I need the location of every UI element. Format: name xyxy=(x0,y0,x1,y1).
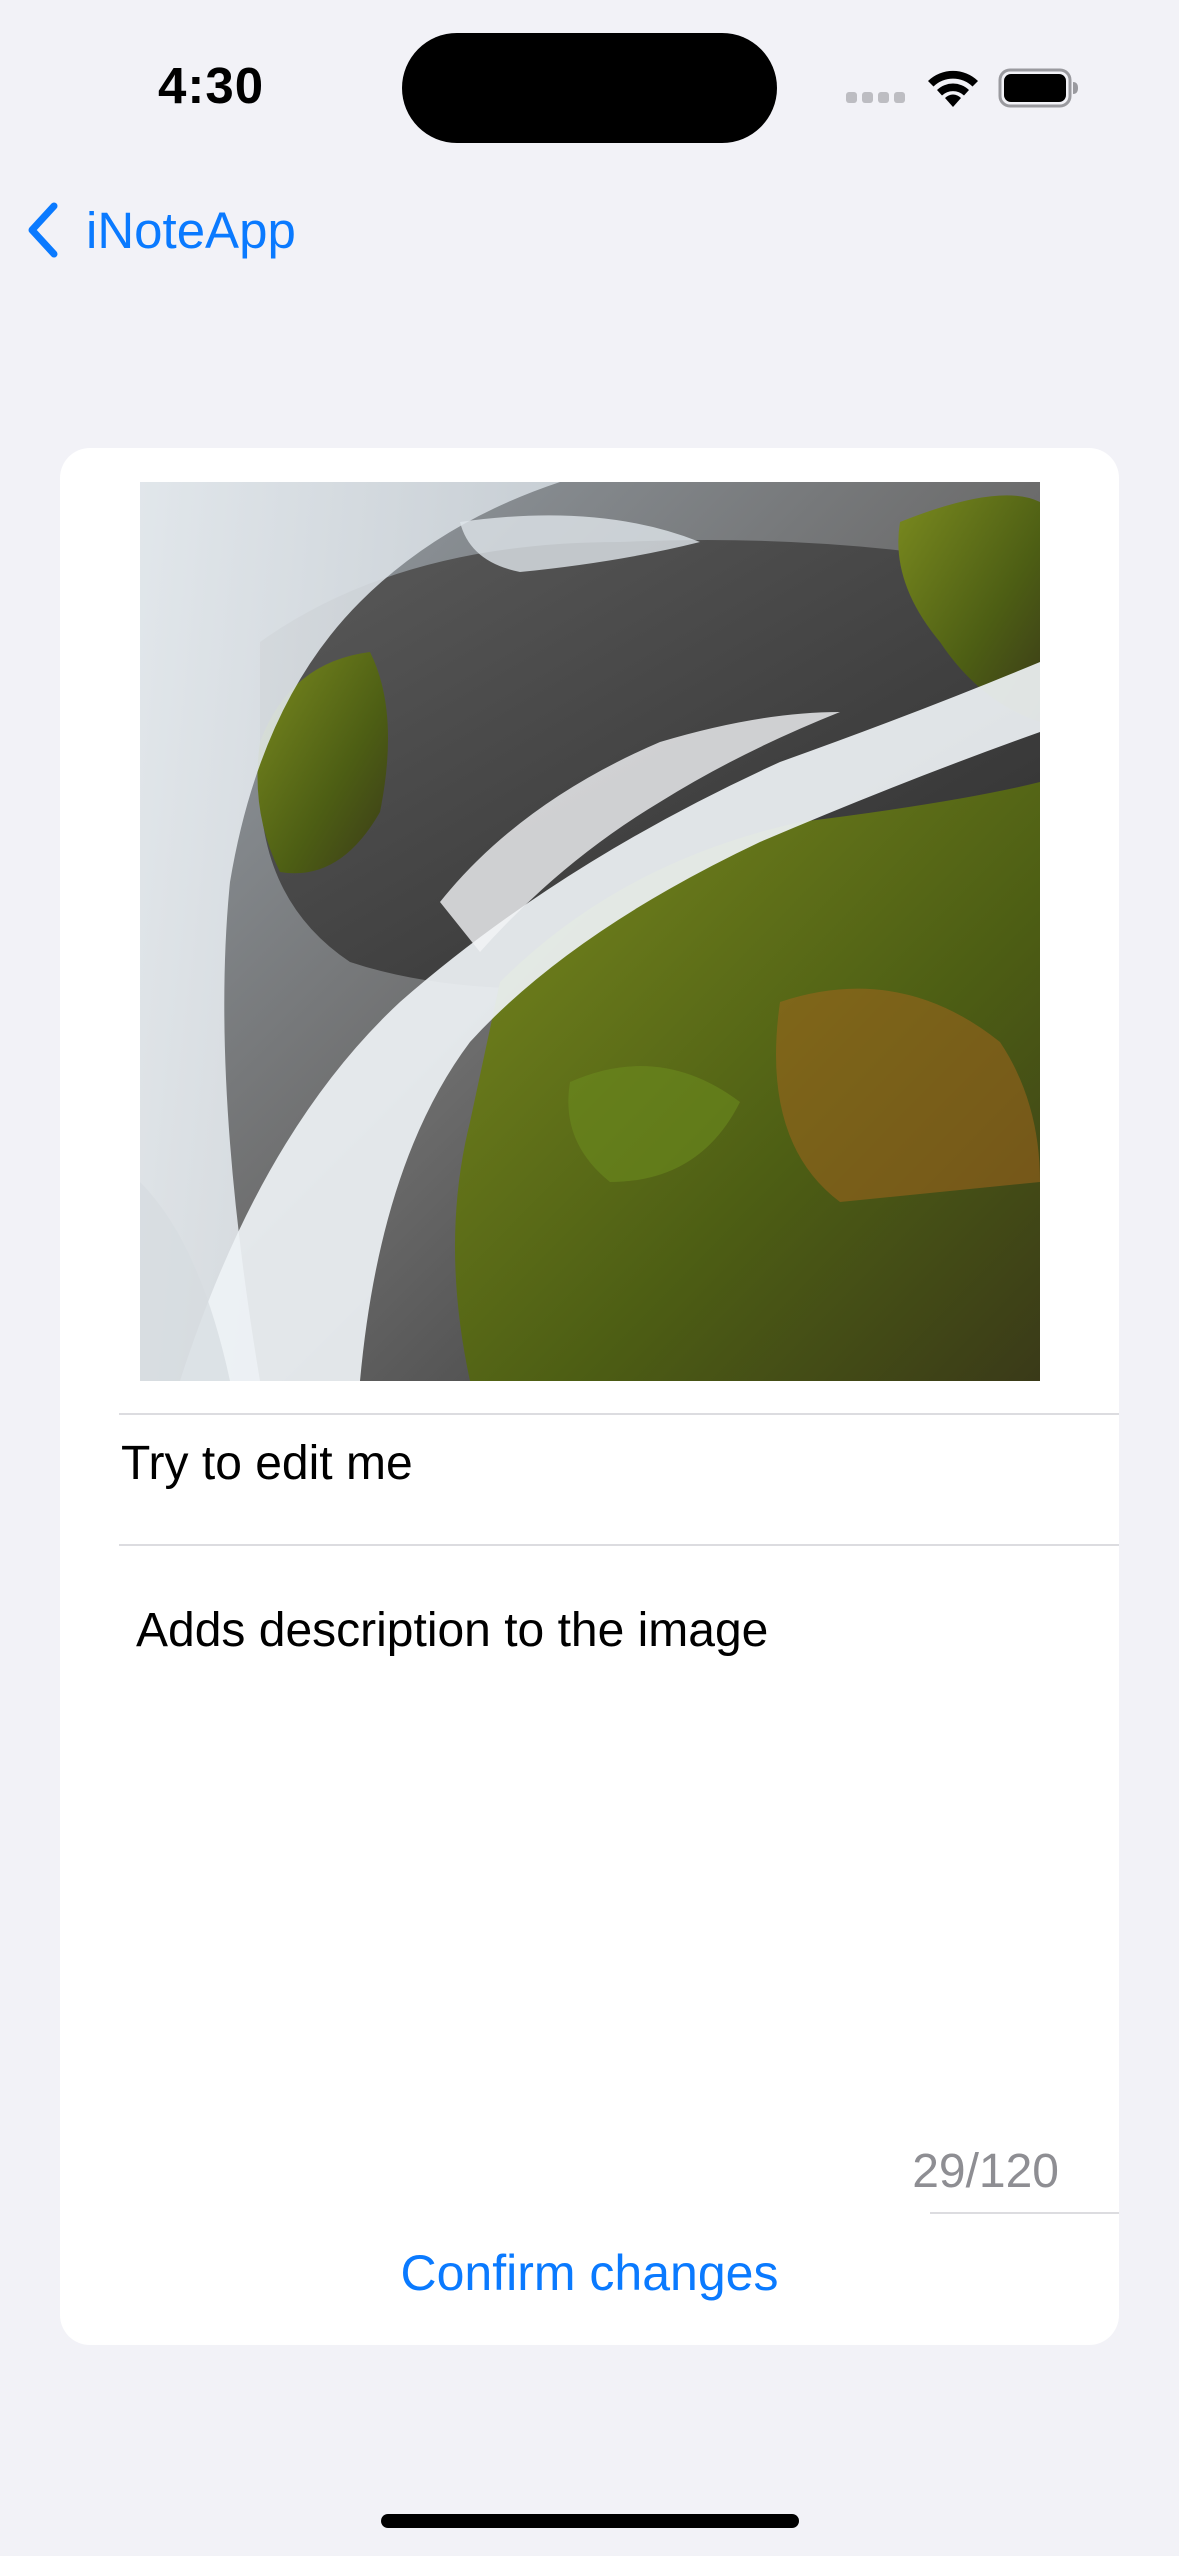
back-button-label: iNoteApp xyxy=(86,201,296,259)
divider xyxy=(930,2212,1119,2214)
status-time: 4:30 xyxy=(158,57,265,114)
character-counter: 29/120 xyxy=(912,2145,1059,2198)
back-button[interactable]: iNoteApp xyxy=(24,190,296,270)
note-image[interactable] xyxy=(140,482,1040,1381)
chevron-left-icon xyxy=(28,202,58,258)
home-indicator[interactable] xyxy=(381,2514,799,2528)
note-editor-card: Adds description to the image 29/120 Con… xyxy=(60,448,1119,2345)
title-field[interactable] xyxy=(121,1414,1101,1512)
confirm-changes-button[interactable]: Confirm changes xyxy=(60,2218,1119,2328)
dynamic-island xyxy=(402,33,777,143)
divider xyxy=(119,1544,1119,1546)
wifi-icon xyxy=(928,70,978,107)
battery-icon xyxy=(998,68,1078,108)
screen: 4:30 iNoteApp Try to edit me Adds descri… xyxy=(0,0,1179,2556)
description-text-area[interactable]: Adds description to the image xyxy=(136,1598,1076,2078)
waterfall-photo xyxy=(140,482,1040,1381)
cellular-signal-icon xyxy=(846,92,906,108)
